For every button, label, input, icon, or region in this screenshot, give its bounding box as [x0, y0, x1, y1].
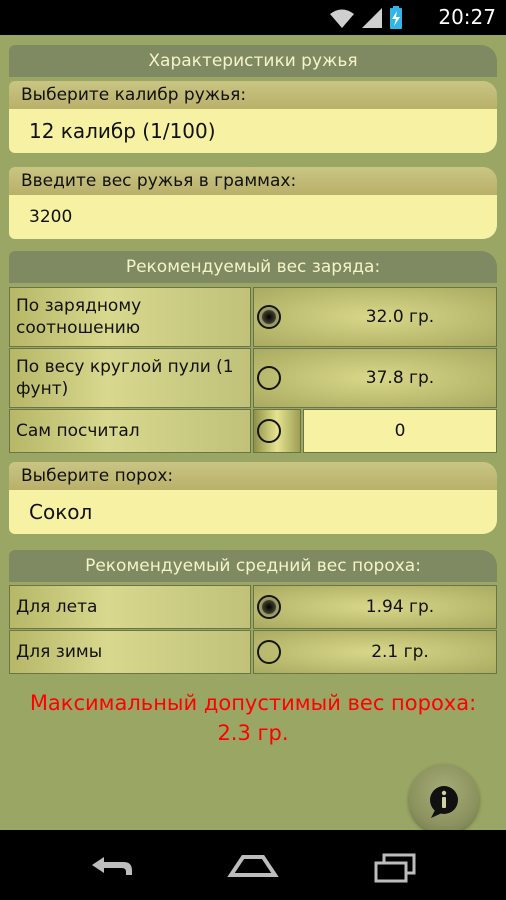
- charge-row-ball-label: По весу круглой пули (1 фунт): [9, 348, 251, 408]
- wifi-icon: [330, 9, 354, 28]
- charge-manual-input[interactable]: 0: [303, 409, 497, 453]
- max-powder-warning-title: Максимальный допустимый вес пороха:: [29, 691, 477, 715]
- avg-row-winter-option[interactable]: 2.1 гр.: [253, 630, 497, 674]
- status-bar: 20:27: [0, 0, 506, 35]
- info-icon: [430, 786, 458, 818]
- charge-ball-value: 37.8 гр.: [365, 368, 435, 388]
- charge-row-manual-label: Сам посчитал: [9, 409, 251, 453]
- charge-row-ball-text: По весу круглой пули (1 фунт): [16, 357, 234, 399]
- avg-row-winter-label: Для зимы: [9, 630, 251, 674]
- avg-row-summer-label: Для лета: [9, 585, 251, 629]
- powder-label: Выберите порох:: [9, 462, 497, 490]
- recent-apps-icon[interactable]: [366, 845, 426, 885]
- charge-weight-header: Рекомендуемый вес заряда:: [9, 251, 497, 283]
- charge-manual-radio-cell[interactable]: [253, 409, 301, 453]
- charge-ratio-value: 32.0 гр.: [365, 307, 435, 327]
- charge-row-ratio-text: По зарядному соотношению: [16, 296, 142, 338]
- battery-charging-icon: [390, 6, 402, 29]
- avg-winter-value: 2.1 гр.: [371, 642, 429, 662]
- charge-row-ball-option[interactable]: 37.8 гр.: [253, 348, 497, 408]
- charge-row-manual-text: Сам посчитал: [16, 421, 140, 441]
- avg-summer-value: 1.94 гр.: [365, 597, 435, 617]
- gun-weight-label: Введите вес ружья в граммах:: [9, 167, 497, 195]
- avg-winter-radio[interactable]: [257, 640, 281, 664]
- caliber-select[interactable]: 12 калибр (1/100): [9, 109, 497, 153]
- gun-characteristics-header: Характеристики ружья: [9, 45, 497, 77]
- avg-row-summer-option[interactable]: 1.94 гр.: [253, 585, 497, 629]
- charge-row-ratio-label: По зарядному соотношению: [9, 287, 251, 347]
- app-screen: Характеристики ружья Выберите калибр руж…: [0, 35, 506, 830]
- avg-row-winter-text: Для зимы: [16, 642, 103, 662]
- caliber-label: Выберите калибр ружья:: [9, 81, 497, 109]
- charge-ball-radio[interactable]: [257, 366, 281, 390]
- charge-ratio-radio[interactable]: [257, 305, 281, 329]
- signal-icon: [362, 8, 382, 28]
- powder-select[interactable]: Сокол: [9, 490, 497, 534]
- avg-row-summer-text: Для лета: [16, 597, 98, 617]
- home-icon[interactable]: [223, 845, 283, 885]
- navigation-bar: [0, 830, 506, 900]
- avg-summer-radio[interactable]: [257, 595, 281, 619]
- status-time: 20:27: [438, 5, 496, 29]
- charge-manual-radio[interactable]: [257, 419, 281, 443]
- charge-row-ratio-option[interactable]: 32.0 гр.: [253, 287, 497, 347]
- info-button[interactable]: [409, 764, 479, 834]
- avg-powder-header: Рекомендуемый средний вес пороха:: [9, 550, 497, 582]
- gun-weight-input[interactable]: 3200: [9, 195, 497, 239]
- max-powder-warning-value: 2.3 гр.: [217, 721, 289, 745]
- max-powder-warning: Максимальный допустимый вес пороха: 2.3 …: [0, 688, 506, 748]
- back-icon[interactable]: [80, 845, 140, 885]
- status-icons: [330, 6, 402, 29]
